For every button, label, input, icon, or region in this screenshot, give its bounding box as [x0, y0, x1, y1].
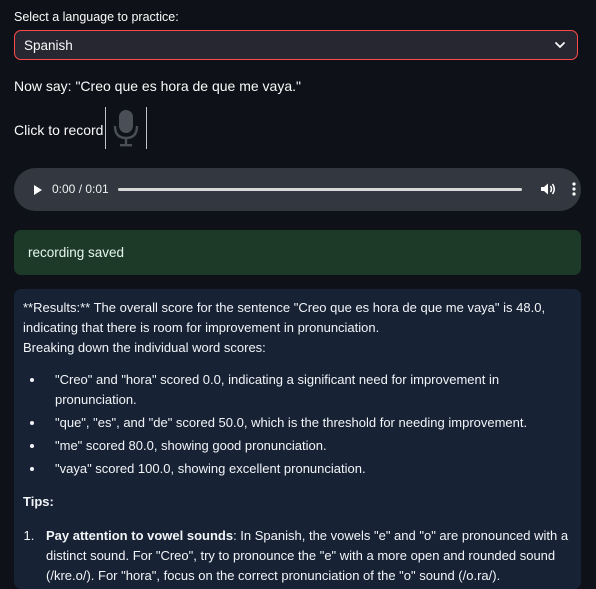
tip-item: Pay attention to vowel sounds: In Spanis… — [38, 526, 571, 586]
tips-list: Pay attention to vowel sounds: In Spanis… — [23, 526, 571, 586]
chevron-down-icon — [555, 42, 565, 48]
record-row: Click to record — [14, 106, 148, 150]
language-select[interactable]: Spanish — [14, 30, 578, 60]
language-select-label: Select a language to practice: — [14, 10, 179, 24]
microphone-icon — [114, 110, 139, 147]
audio-seek-bar[interactable] — [118, 188, 522, 191]
list-item: "vaya" scored 100.0, showing excellent p… — [45, 459, 571, 479]
audio-time: 0:00 / 0:01 — [52, 182, 109, 196]
more-options-icon[interactable] — [570, 181, 578, 197]
results-panel: **Results:** The overall score for the s… — [14, 289, 581, 589]
record-button[interactable] — [105, 107, 148, 149]
tip-title: Pay attention to vowel sounds — [46, 528, 234, 543]
status-message: recording saved — [14, 230, 581, 275]
results-intro: **Results:** The overall score for the s… — [23, 300, 546, 335]
language-select-value: Spanish — [24, 37, 73, 53]
list-item: "me" scored 80.0, showing good pronuncia… — [45, 436, 571, 456]
practice-prompt: Now say: "Creo que es hora de que me vay… — [14, 78, 301, 94]
volume-icon[interactable] — [540, 181, 556, 197]
audio-player: 0:00 / 0:01 — [14, 168, 581, 211]
breakdown-heading: Breaking down the individual word scores… — [23, 340, 266, 355]
record-label: Click to record — [14, 122, 104, 138]
list-item: "Creo" and "hora" scored 0.0, indicating… — [45, 370, 571, 410]
list-item: "que", "es", and "de" scored 50.0, which… — [45, 413, 571, 433]
word-score-list: "Creo" and "hora" scored 0.0, indicating… — [23, 370, 571, 479]
play-icon[interactable] — [32, 183, 44, 197]
tips-heading: Tips: — [23, 494, 54, 509]
